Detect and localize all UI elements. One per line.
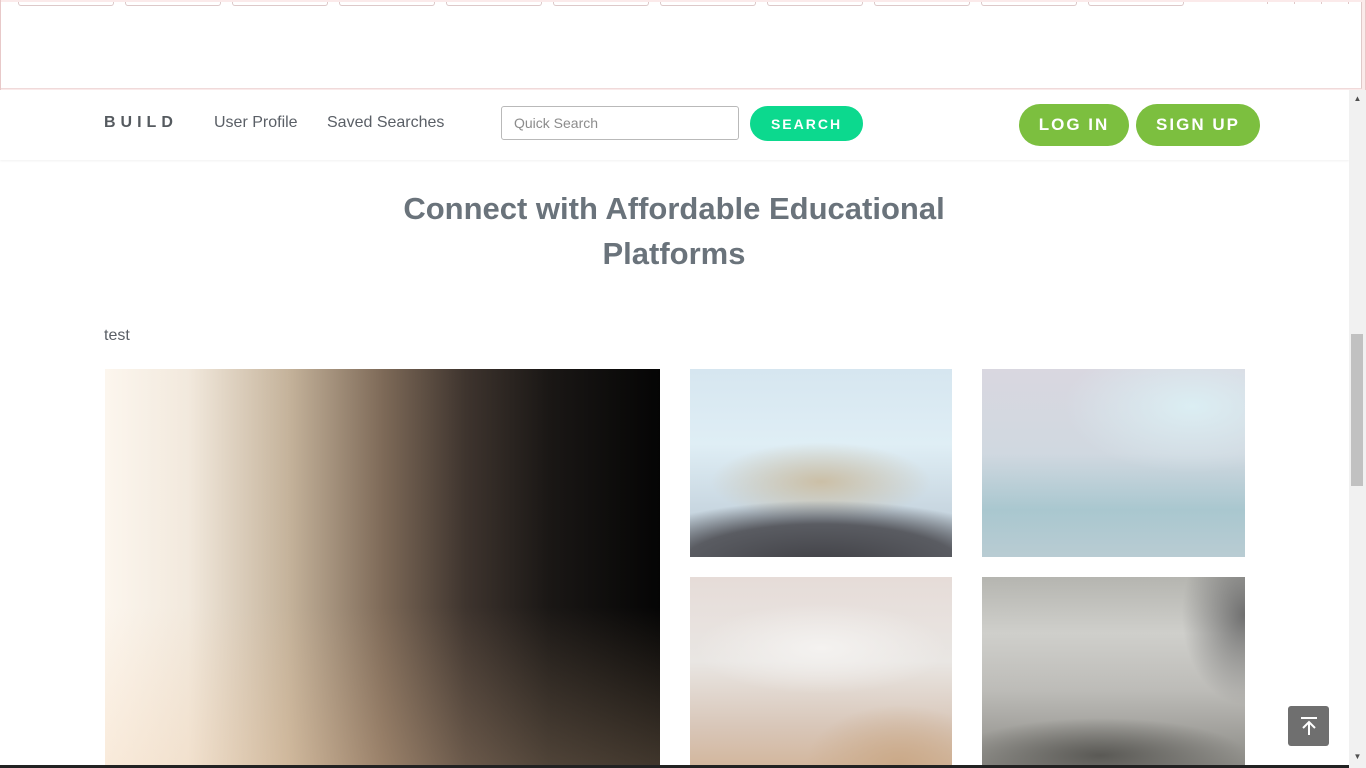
strip-tab bbox=[1088, 2, 1184, 6]
strip-tabs bbox=[18, 2, 1184, 6]
strip-tab bbox=[125, 2, 221, 6]
page-title-line1: Connect with Affordable Educational bbox=[403, 191, 945, 226]
strip-tab bbox=[446, 2, 542, 6]
scrollbar-thumb[interactable] bbox=[1351, 334, 1363, 486]
top-strip bbox=[0, 0, 1366, 92]
page-title-line2: Platforms bbox=[602, 236, 746, 271]
site-header: BUILD User Profile Saved Searches SEARCH… bbox=[0, 90, 1349, 160]
nav-link-user-profile[interactable]: User Profile bbox=[214, 114, 298, 132]
page-title: Connect with Affordable Educational Plat… bbox=[374, 186, 974, 276]
strip-tab bbox=[18, 2, 114, 6]
strip-tab bbox=[339, 2, 435, 6]
nav-link-saved-searches[interactable]: Saved Searches bbox=[327, 114, 444, 132]
gallery-image[interactable] bbox=[982, 369, 1245, 557]
login-button[interactable]: LOG IN bbox=[1019, 104, 1129, 146]
gallery-image[interactable] bbox=[690, 577, 952, 765]
back-to-top-button[interactable] bbox=[1288, 706, 1329, 746]
top-strip-panel bbox=[1, 2, 1362, 89]
quick-search-input[interactable] bbox=[501, 106, 739, 140]
strip-tab bbox=[981, 2, 1077, 6]
gallery-image[interactable] bbox=[982, 577, 1245, 765]
arrow-up-to-line-icon bbox=[1300, 717, 1317, 735]
strip-tab bbox=[232, 2, 328, 6]
strip-tab bbox=[660, 2, 756, 6]
strip-tab bbox=[767, 2, 863, 6]
scroll-up-arrow-icon[interactable]: ▲ bbox=[1349, 90, 1366, 107]
strip-tab bbox=[874, 2, 970, 6]
section-label: test bbox=[104, 327, 130, 344]
gallery-image[interactable] bbox=[690, 369, 952, 557]
vertical-scrollbar[interactable]: ▲ ▼ bbox=[1349, 90, 1366, 768]
gallery-image-large[interactable] bbox=[105, 369, 660, 765]
scroll-down-arrow-icon[interactable]: ▼ bbox=[1349, 748, 1366, 765]
signup-button[interactable]: SIGN UP bbox=[1136, 104, 1260, 146]
brand-logo[interactable]: BUILD bbox=[104, 114, 178, 132]
strip-right-lines bbox=[1241, 2, 1349, 4]
strip-tab bbox=[553, 2, 649, 6]
search-button[interactable]: SEARCH bbox=[750, 106, 863, 141]
